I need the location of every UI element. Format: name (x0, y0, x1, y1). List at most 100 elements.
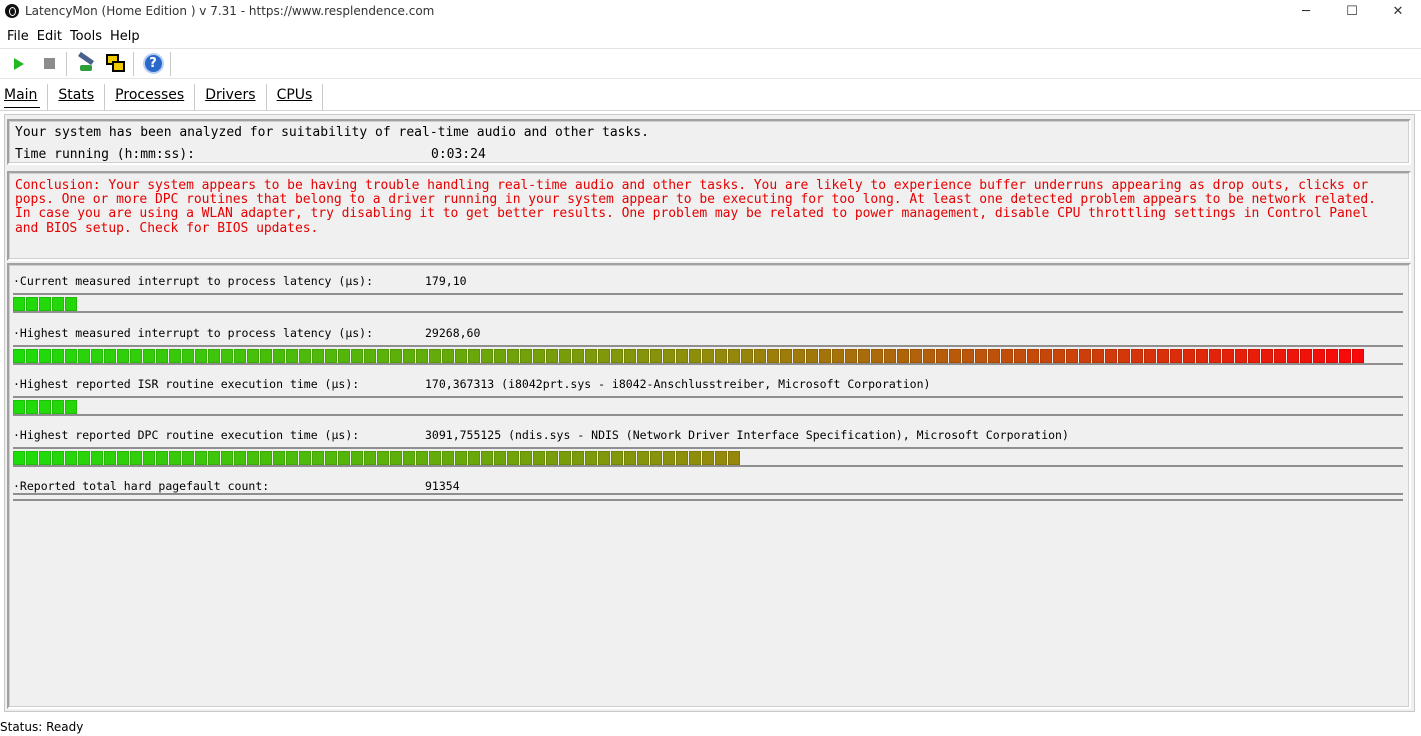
bar-segment (26, 297, 38, 311)
bar-segment (416, 349, 428, 363)
bar-segment (299, 349, 311, 363)
toolbar-separator (66, 51, 67, 76)
bar-segment (455, 349, 467, 363)
bar-segment (403, 451, 415, 465)
metric-track (13, 493, 1403, 501)
bar-segment (481, 349, 493, 363)
bar-segment (195, 451, 207, 465)
bar-segment (1352, 349, 1364, 363)
bar-segment (52, 451, 64, 465)
tab-processes[interactable]: Processes (105, 84, 196, 110)
title-bar: LatencyMon (Home Edition ) v 7.31 - http… (0, 0, 1421, 22)
bar-segment (494, 349, 506, 363)
bar-segment (689, 451, 701, 465)
window-controls: ─ ☐ ✕ (1283, 0, 1421, 22)
bar-segment (1339, 349, 1351, 363)
bar-segment (13, 297, 25, 311)
start-button[interactable] (8, 53, 30, 75)
bar-segment (1300, 349, 1312, 363)
conclusion-text: Conclusion: Your system appears to be ha… (15, 178, 1376, 236)
privileges-button[interactable] (75, 51, 97, 75)
tab-stats[interactable]: Stats (48, 84, 106, 110)
toolbar-separator (133, 51, 134, 76)
menu-bar: File Edit Tools Help (0, 26, 148, 46)
bar-segment (325, 349, 337, 363)
bar-segment (338, 451, 350, 465)
metric-bar (13, 400, 78, 414)
bar-segment (650, 349, 662, 363)
bar-segment (325, 451, 337, 465)
menu-help[interactable]: Help (110, 29, 140, 44)
bar-segment (104, 451, 116, 465)
bar-segment (1053, 349, 1065, 363)
bar-segment (156, 451, 168, 465)
help-button[interactable]: ? (142, 53, 164, 75)
bar-segment (78, 349, 90, 363)
bar-segment (260, 451, 272, 465)
tab-cpus[interactable]: CPUs (267, 84, 324, 110)
bar-segment (117, 349, 129, 363)
bar-segment (1157, 349, 1169, 363)
bar-segment (1027, 349, 1039, 363)
windows-button[interactable] (105, 53, 127, 75)
main-panel: Your system has been analyzed for suitab… (4, 114, 1415, 712)
bar-segment (39, 400, 51, 414)
bar-segment (585, 349, 597, 363)
bar-segment (247, 451, 259, 465)
metric-bar (13, 349, 1365, 363)
bar-segment (663, 451, 675, 465)
metric-bar (13, 297, 78, 311)
bar-segment (1209, 349, 1221, 363)
close-button[interactable]: ✕ (1375, 0, 1421, 22)
metric-value: 179,10 (425, 274, 467, 288)
menu-tools[interactable]: Tools (70, 29, 102, 44)
menu-edit[interactable]: Edit (37, 29, 62, 44)
bar-segment (351, 349, 363, 363)
menu-file[interactable]: File (7, 29, 29, 44)
metric-label: ·Current measured interrupt to process l… (13, 274, 374, 288)
bar-segment (793, 349, 805, 363)
bar-segment (169, 451, 181, 465)
bar-segment (1261, 349, 1273, 363)
bar-segment (390, 349, 402, 363)
bar-segment (1235, 349, 1247, 363)
bar-segment (364, 349, 376, 363)
bar-segment (1196, 349, 1208, 363)
maximize-button[interactable]: ☐ (1329, 0, 1375, 22)
bar-segment (143, 451, 155, 465)
minimize-button[interactable]: ─ (1283, 0, 1329, 22)
help-icon: ? (142, 53, 164, 74)
bar-segment (26, 349, 38, 363)
stop-button[interactable] (38, 53, 60, 75)
latencymon-app-icon (5, 4, 19, 18)
bar-segment (806, 349, 818, 363)
bar-segment (247, 349, 259, 363)
metric-track (13, 345, 1403, 365)
bar-segment (390, 451, 402, 465)
bar-segment (546, 349, 558, 363)
bar-segment (533, 451, 545, 465)
bar-segment (754, 349, 766, 363)
tab-divider (0, 110, 1421, 111)
bar-segment (52, 297, 64, 311)
bar-segment (182, 349, 194, 363)
bar-segment (923, 349, 935, 363)
bar-segment (377, 349, 389, 363)
tab-drivers[interactable]: Drivers (195, 84, 267, 110)
bar-segment (1287, 349, 1299, 363)
bar-segment (13, 451, 25, 465)
bar-segment (364, 451, 376, 465)
bar-segment (182, 451, 194, 465)
bar-segment (585, 451, 597, 465)
bar-segment (52, 400, 64, 414)
bar-segment (650, 451, 662, 465)
bar-segment (780, 349, 792, 363)
bar-segment (611, 451, 623, 465)
metric-value: 29268,60 (425, 326, 481, 340)
bar-segment (26, 451, 38, 465)
bar-segment (208, 451, 220, 465)
bar-segment (1118, 349, 1130, 363)
metric-label: ·Highest measured interrupt to process l… (13, 326, 374, 340)
bar-segment (221, 349, 233, 363)
bar-segment (39, 349, 51, 363)
